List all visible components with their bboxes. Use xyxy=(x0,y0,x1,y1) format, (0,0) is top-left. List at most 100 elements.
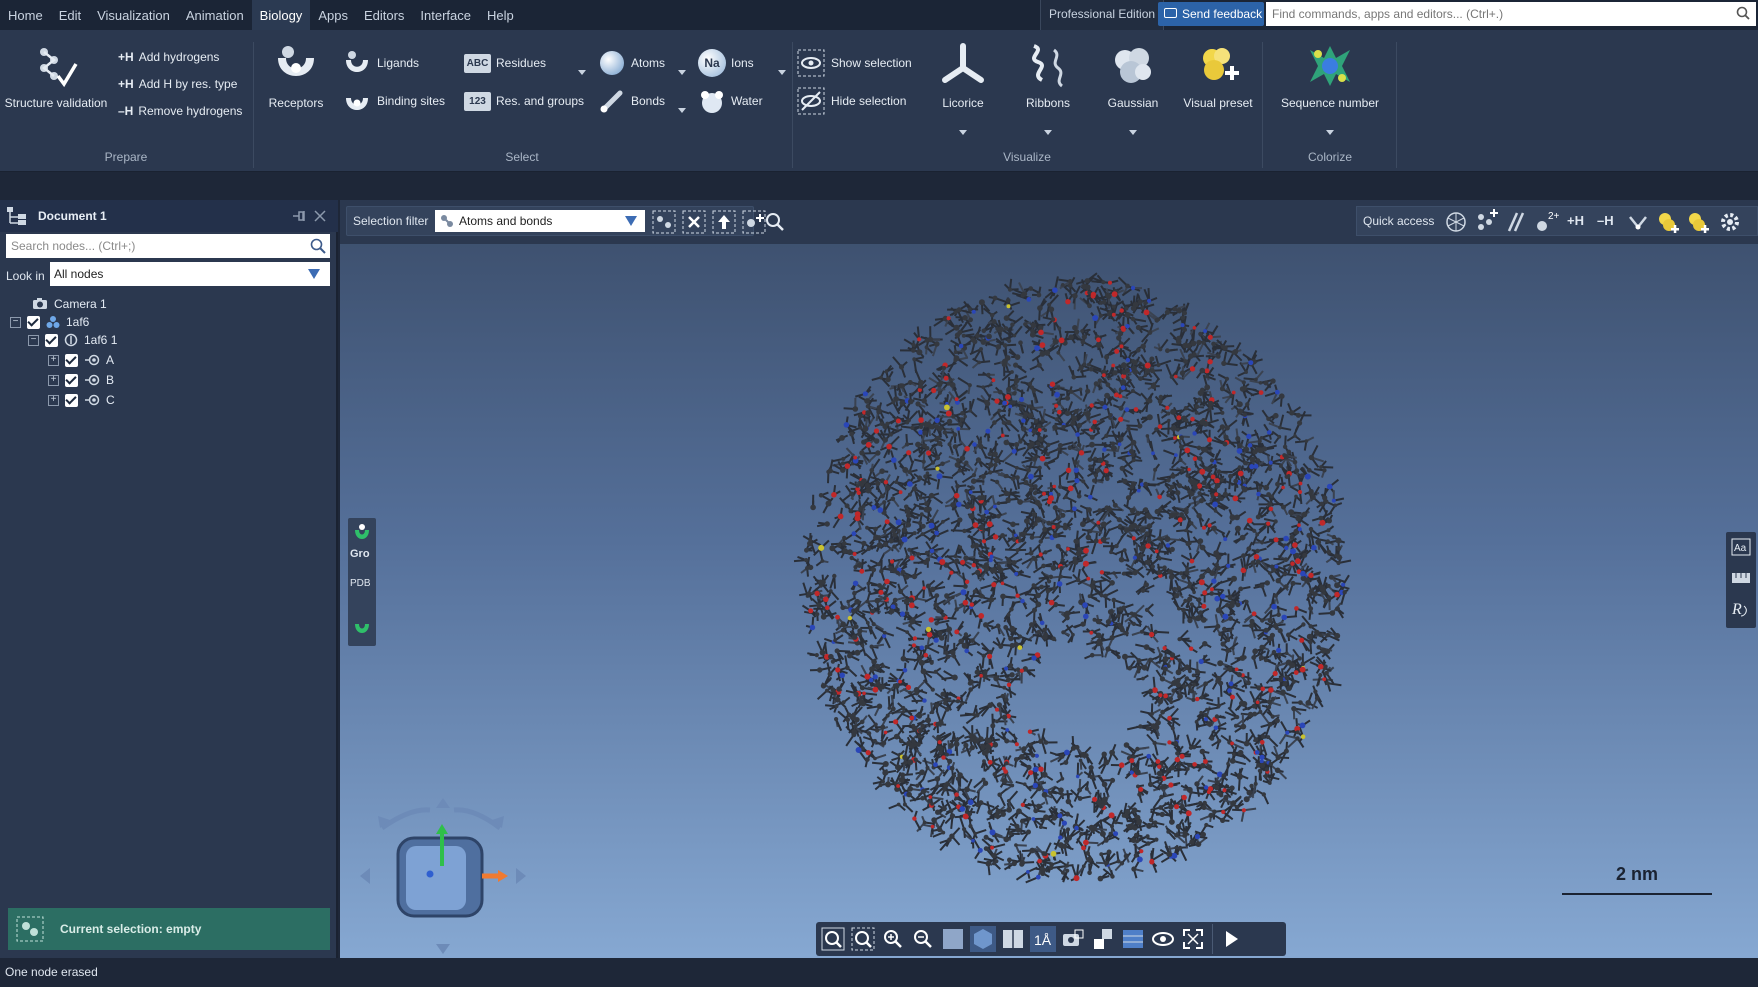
menu-editors[interactable]: Editors xyxy=(356,0,412,30)
visibility-checkbox[interactable] xyxy=(65,393,78,407)
visibility-checkbox[interactable] xyxy=(65,353,78,367)
bond-order-icon[interactable] xyxy=(1503,209,1529,235)
application-window: Home Edit Visualization Animation Biolog… xyxy=(0,0,1758,987)
tree-node-camera[interactable]: Camera 1 xyxy=(18,294,107,314)
add-h-by-res-type-label: Add H by res. type xyxy=(138,77,238,91)
binding-sites-button[interactable]: Binding sites xyxy=(342,86,445,116)
ligands-label: Ligands xyxy=(377,56,420,70)
visual-preset-icon[interactable] xyxy=(1655,209,1681,235)
show-selection-button[interactable]: Show selection xyxy=(796,48,912,78)
chevron-down-icon xyxy=(625,216,637,226)
number-icon: 123 xyxy=(464,91,491,111)
bonds-dropdown-chevron-icon[interactable] xyxy=(678,108,686,113)
gaussian-surface-icon xyxy=(1115,48,1151,83)
water-button[interactable]: Water xyxy=(698,86,763,116)
expand-icon[interactable]: + xyxy=(48,374,59,386)
minimize-structure-icon[interactable] xyxy=(1625,209,1651,235)
collapse-icon[interactable]: − xyxy=(28,334,39,346)
sequence-number-label: Sequence number xyxy=(1280,96,1380,110)
gaussian-dropdown-chevron-icon[interactable] xyxy=(1129,130,1137,135)
quick-access-bar: Quick access 2+ +H –H xyxy=(1356,206,1758,236)
atoms-bonds-icon xyxy=(441,215,453,227)
tree-node-1af6[interactable]: − 1af6 xyxy=(10,312,89,332)
quick-add-hydrogens-button[interactable]: +H xyxy=(1567,213,1584,228)
menu-apps[interactable]: Apps xyxy=(310,0,356,30)
selection-filter-select[interactable]: Atoms and bonds xyxy=(435,210,645,232)
menu-home[interactable]: Home xyxy=(0,0,51,30)
bond-mark xyxy=(943,634,948,648)
ions-dropdown-chevron-icon[interactable] xyxy=(778,70,786,75)
sequence-number-dropdown-chevron-icon[interactable] xyxy=(1326,130,1334,135)
tree-node-chain-b[interactable]: + B xyxy=(48,370,114,390)
close-icon[interactable] xyxy=(314,210,326,222)
visual-preset-button[interactable]: Visual preset xyxy=(1180,40,1256,110)
tree-node-1af6-1[interactable]: − 1af6 1 xyxy=(28,330,117,350)
res-and-groups-button[interactable]: 123 Res. and groups xyxy=(464,86,584,116)
visibility-checkbox[interactable] xyxy=(27,315,40,329)
residues-dropdown-chevron-icon[interactable] xyxy=(578,70,586,75)
atoms-dropdown-chevron-icon[interactable] xyxy=(678,70,686,75)
ribbons-button[interactable]: Ribbons xyxy=(1012,40,1084,135)
charge-icon[interactable]: 2+ xyxy=(1533,209,1559,235)
expand-icon[interactable]: + xyxy=(48,354,59,366)
pin-icon[interactable] xyxy=(292,210,306,222)
visual-preset-label: Visual preset xyxy=(1183,96,1253,110)
add-fragment-icon[interactable] xyxy=(1473,209,1499,235)
expand-icon[interactable]: + xyxy=(48,394,59,406)
search-icon[interactable] xyxy=(762,209,788,235)
model-icon xyxy=(64,333,78,347)
ions-button[interactable]: Na Ions xyxy=(698,48,754,78)
ribbons-dropdown-chevron-icon[interactable] xyxy=(1044,130,1052,135)
menu-visualization[interactable]: Visualization xyxy=(89,0,178,30)
select-up-icon[interactable] xyxy=(711,209,737,235)
add-h-res-icon: +H xyxy=(118,77,134,91)
add-hydrogens-button[interactable]: +H Add hydrogens xyxy=(118,42,219,72)
clear-selection-icon[interactable] xyxy=(681,209,707,235)
sequence-number-color-icon xyxy=(1310,46,1350,86)
molecule-icon xyxy=(46,316,60,328)
licorice-dropdown-chevron-icon[interactable] xyxy=(959,130,967,135)
ribbon-separator xyxy=(1396,42,1397,168)
bond-mark xyxy=(935,670,947,682)
select-all-icon[interactable] xyxy=(651,209,677,235)
hide-selection-button[interactable]: Hide selection xyxy=(796,86,906,116)
licorice-button[interactable]: Licorice xyxy=(928,40,998,135)
structure-validation-button[interactable]: Structure validation xyxy=(4,40,108,110)
tree-node-chain-a[interactable]: + A xyxy=(48,350,114,370)
add-h-by-res-type-button[interactable]: +H Add H by res. type xyxy=(118,69,237,99)
ribbon-separator xyxy=(792,42,793,168)
camera-icon xyxy=(33,298,47,309)
3d-viewport[interactable]: Selection filter Atoms and bonds Quick a… xyxy=(340,200,1758,958)
send-feedback-button[interactable]: Send feedback xyxy=(1158,2,1264,26)
bonds-label: Bonds xyxy=(631,94,666,108)
ligands-button[interactable]: Ligands xyxy=(342,48,419,78)
bonds-button[interactable]: Bonds xyxy=(598,86,665,116)
settings-gear-icon[interactable] xyxy=(1717,209,1743,235)
menu-edit[interactable]: Edit xyxy=(51,0,89,30)
sequence-number-button[interactable]: Sequence number xyxy=(1276,40,1384,135)
selection-icon xyxy=(16,916,44,942)
look-in-select[interactable]: All nodes xyxy=(50,262,330,286)
gaussian-button[interactable]: Gaussian xyxy=(1098,40,1168,135)
remove-hydrogens-button[interactable]: –H Remove hydrogens xyxy=(118,96,242,126)
menu-animation[interactable]: Animation xyxy=(178,0,252,30)
remove-h-icon: –H xyxy=(118,104,134,118)
visibility-checkbox[interactable] xyxy=(65,373,78,387)
atoms-button[interactable]: Atoms xyxy=(598,48,665,78)
menu-help[interactable]: Help xyxy=(479,0,522,30)
command-search-input[interactable]: Find commands, apps and editors... (Ctrl… xyxy=(1266,2,1756,26)
menu-interface[interactable]: Interface xyxy=(412,0,479,30)
residues-button[interactable]: ABC Residues xyxy=(464,48,546,78)
receptors-button[interactable]: Receptors xyxy=(262,40,330,110)
show-selection-icon xyxy=(797,49,825,77)
menu-biology[interactable]: Biology xyxy=(251,0,311,30)
group-label-visualize: Visualize xyxy=(1003,150,1051,164)
element-wheel-icon[interactable] xyxy=(1443,209,1469,235)
visual-preset-alt-icon[interactable] xyxy=(1685,209,1711,235)
collapse-icon[interactable]: − xyxy=(10,316,21,328)
node-search-input[interactable]: Search nodes... (Ctrl+;) xyxy=(6,234,330,258)
tree-node-chain-c[interactable]: + C xyxy=(48,390,115,410)
quick-remove-hydrogens-button[interactable]: –H xyxy=(1597,213,1614,228)
visibility-checkbox[interactable] xyxy=(45,333,58,347)
protein-structure-render[interactable] xyxy=(750,260,1400,900)
